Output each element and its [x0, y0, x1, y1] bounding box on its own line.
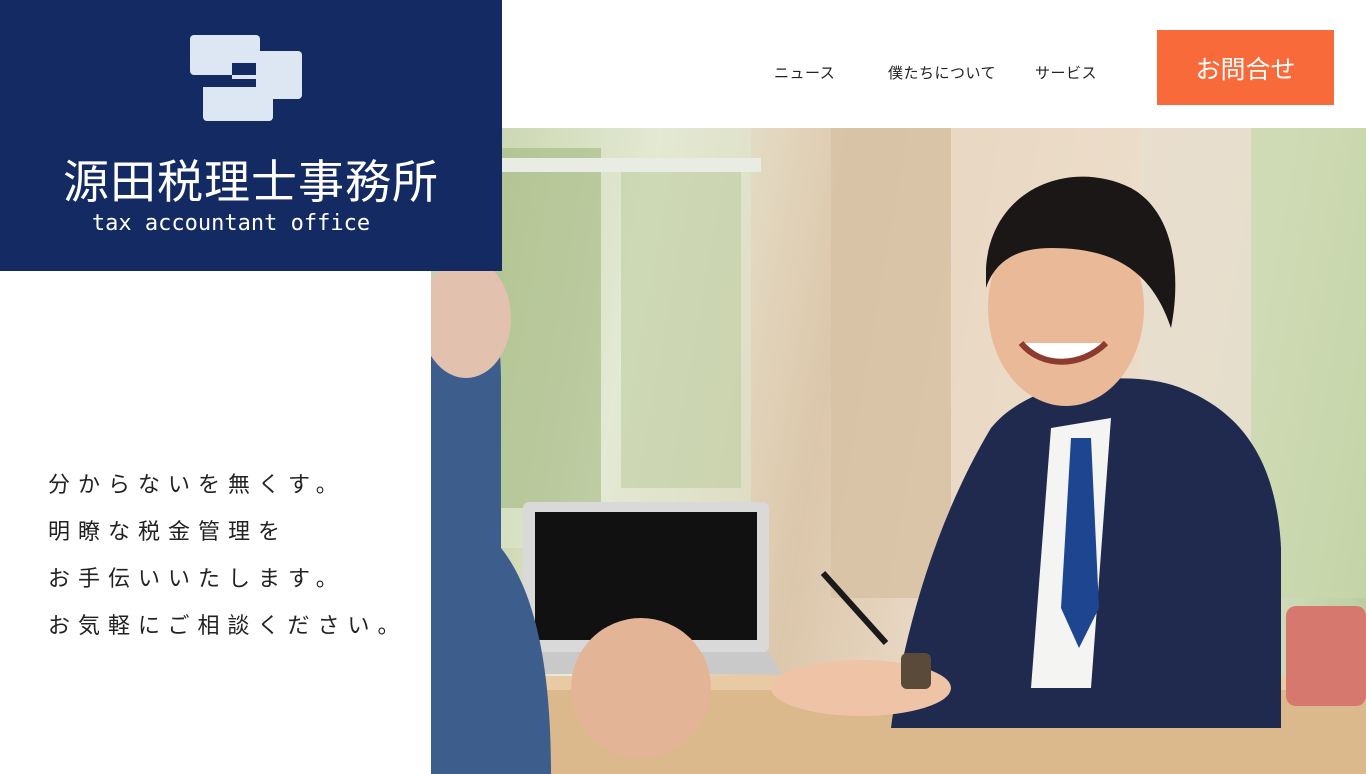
tagline-line: お気軽にご相談ください。: [48, 614, 408, 639]
hero-photo-illustration: [431, 128, 1366, 774]
top-navigation: ニュース 僕たちについて サービス お問合せ: [502, 0, 1366, 128]
tagline-line: お手伝いいたします。: [48, 567, 346, 592]
tagline: 分からないを無くす。 明瞭な税金管理を お手伝いいたします。 お気軽にご相談くだ…: [48, 462, 428, 650]
brand-block[interactable]: 源田税理士事務所 tax accountant office: [0, 0, 502, 271]
contact-button[interactable]: お問合せ: [1157, 30, 1334, 105]
brand-subtitle: tax accountant office: [91, 211, 371, 236]
nav-item-service[interactable]: サービス: [1035, 62, 1097, 83]
logo-icon: [190, 35, 302, 121]
nav-item-about[interactable]: 僕たちについて: [888, 62, 996, 83]
brand-name: 源田税理士事務所: [63, 155, 439, 209]
tagline-line: 分からないを無くす。: [48, 473, 346, 498]
hero-photo: [431, 128, 1366, 774]
nav-item-news[interactable]: ニュース: [774, 62, 835, 83]
tagline-line: 明瞭な税金管理を: [48, 520, 289, 545]
